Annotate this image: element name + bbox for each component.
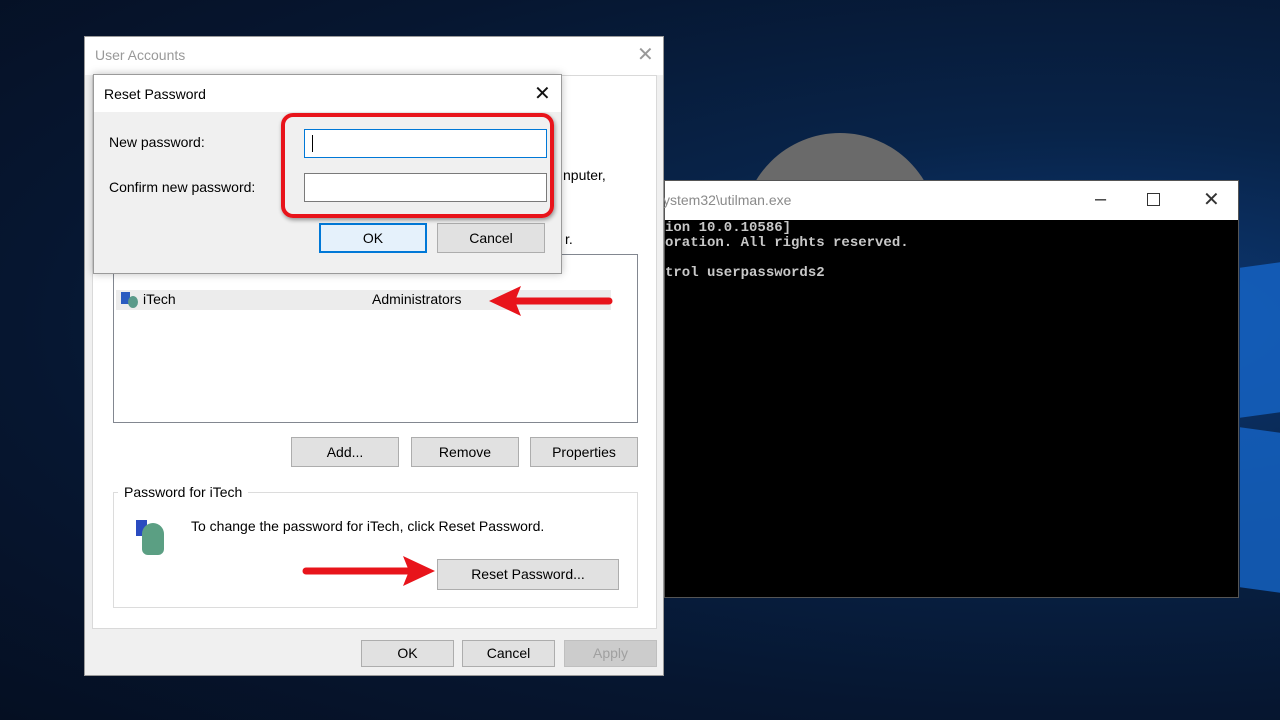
users-listbox[interactable]: iTech Administrators (113, 254, 638, 423)
dialog-title: Reset Password (104, 86, 206, 102)
user-name: iTech (143, 291, 176, 307)
cmd-title: ystem32\utilman.exe (663, 192, 792, 208)
user-icon (128, 296, 138, 308)
dialog-title-bar[interactable]: Reset Password ✕ (94, 75, 561, 112)
password-help-text: To change the password for iTech, click … (191, 518, 545, 534)
close-icon[interactable]: ✕ (534, 84, 551, 104)
user-icon (142, 523, 164, 555)
windows-logo-pane (1240, 427, 1280, 593)
cmd-title-bar[interactable]: ystem32\utilman.exe – ✕ (663, 181, 1238, 220)
partial-text: nputer, (563, 167, 606, 183)
windows-logo-pane (1240, 262, 1280, 418)
window-title: User Accounts (95, 47, 186, 63)
groupbox-label: Password for iTech (118, 484, 249, 500)
partial-text: r. (565, 231, 573, 247)
user-group: Administrators (372, 291, 462, 307)
reset-password-button[interactable]: Reset Password... (437, 559, 619, 590)
confirm-password-label: Confirm new password: (109, 179, 256, 195)
cancel-button[interactable]: Cancel (462, 640, 555, 667)
cmd-line: trol userpasswords2 (665, 265, 825, 281)
new-password-label: New password: (109, 134, 205, 150)
close-icon[interactable]: ✕ (637, 45, 654, 65)
maximize-icon[interactable] (1147, 193, 1160, 206)
remove-button[interactable]: Remove (411, 437, 519, 467)
arrow-left-annotation (489, 286, 613, 316)
cmd-window: ystem32\utilman.exe – ✕ ion 10.0.10586] … (663, 180, 1239, 598)
cmd-line: oration. All rights reserved. (665, 235, 909, 251)
add-button[interactable]: Add... (291, 437, 399, 467)
close-icon[interactable]: ✕ (1203, 190, 1220, 210)
dialog-ok-button[interactable]: OK (319, 223, 427, 253)
dialog-cancel-button[interactable]: Cancel (437, 223, 545, 253)
arrow-right-annotation (302, 556, 435, 586)
highlight-box-annotation (281, 113, 554, 218)
ok-button[interactable]: OK (361, 640, 454, 667)
minimize-icon[interactable]: – (1095, 189, 1106, 209)
user-accounts-title-bar[interactable]: User Accounts ✕ (85, 37, 663, 75)
cmd-line: ion 10.0.10586] (665, 220, 792, 236)
apply-button[interactable]: Apply (564, 640, 657, 667)
properties-button[interactable]: Properties (530, 437, 638, 467)
